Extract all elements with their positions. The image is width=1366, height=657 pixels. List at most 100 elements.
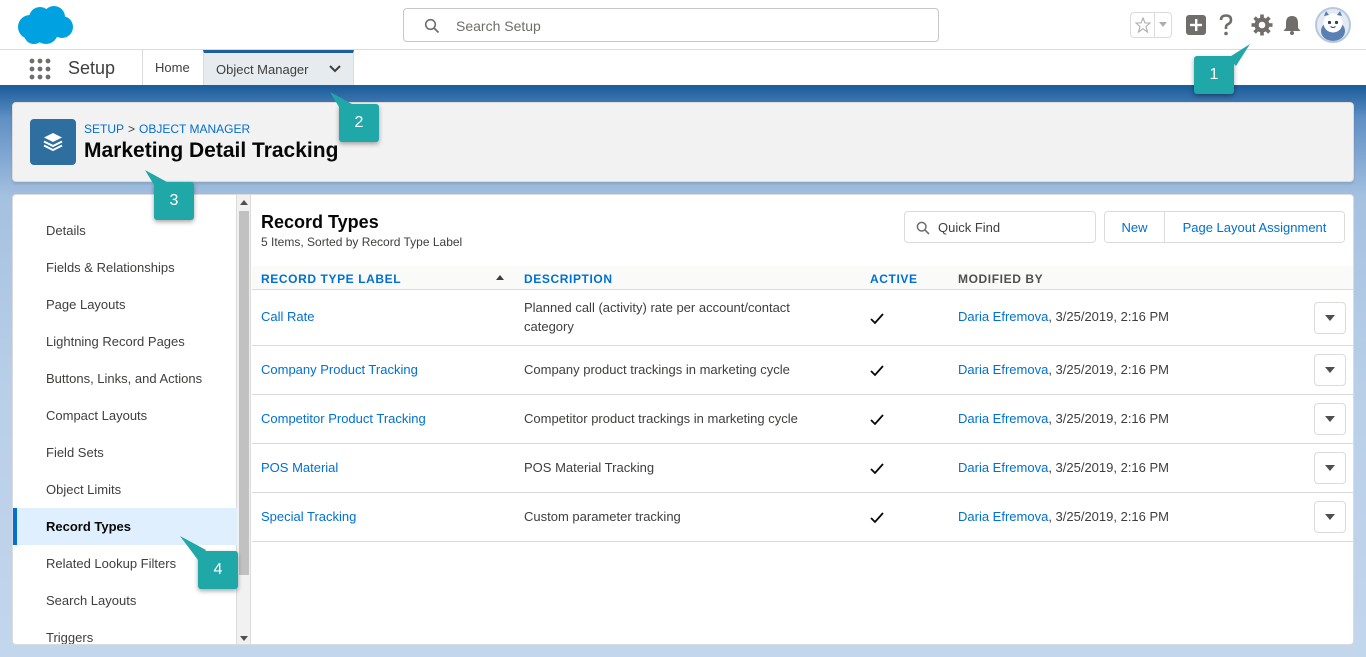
row-actions-button[interactable] (1314, 403, 1346, 435)
table-row: Call Rate Planned call (activity) rate p… (252, 291, 1353, 346)
salesforce-logo-icon[interactable] (16, 5, 74, 45)
breadcrumb: SETUP > OBJECT MANAGER (84, 122, 250, 136)
column-header-record-type-label[interactable]: RECORD TYPE LABEL (261, 272, 401, 286)
chevron-down-icon (1325, 367, 1335, 373)
modified-by-user-link[interactable]: Daria Efremova (958, 460, 1048, 475)
sidebar-item-label: Record Types (46, 519, 132, 534)
sidebar-item-page-layouts[interactable]: Page Layouts (13, 286, 237, 323)
sidebar-item-fields-relationships[interactable]: Fields & Relationships (13, 249, 237, 286)
record-types-panel: Record Types 5 Items, Sorted by Record T… (252, 195, 1353, 644)
column-header-modified-by: MODIFIED BY (958, 272, 1044, 286)
sidebar-item-field-sets[interactable]: Field Sets (13, 434, 237, 471)
sort-ascending-icon[interactable] (496, 275, 504, 280)
sidebar-item-label: Related Lookup Filters (46, 556, 177, 571)
modified-date: , 3/25/2019, 2:16 PM (1048, 509, 1170, 524)
favorites-group[interactable] (1130, 12, 1172, 38)
object-page-header: SETUP > OBJECT MANAGER Marketing Detail Tr… (12, 102, 1354, 182)
active-checkmark-icon (870, 365, 884, 377)
callout-4-pointer (180, 536, 206, 560)
notifications-bell-icon[interactable] (1282, 11, 1302, 39)
global-actions-plus-icon[interactable] (1185, 11, 1207, 39)
record-type-description: Company product trackings in marketing c… (524, 362, 790, 377)
modified-by: Daria Efremova, 3/25/2019, 2:16 PM (958, 458, 1169, 477)
sidebar-item-label: Details (46, 223, 86, 238)
tab-home-label: Home (155, 60, 190, 75)
favorites-star-icon[interactable] (1131, 13, 1155, 37)
sidebar-scrollbar[interactable] (237, 195, 251, 644)
tab-object-manager[interactable]: Object Manager (203, 50, 354, 85)
search-setup-input[interactable]: Search Setup (403, 8, 939, 42)
callout-3-pointer (145, 170, 167, 190)
scroll-down-arrow-icon[interactable] (240, 636, 248, 641)
column-header-description[interactable]: DESCRIPTION (524, 272, 613, 286)
active-checkmark-icon (870, 463, 884, 475)
sidebar-item-label: Lightning Record Pages (46, 334, 185, 349)
astro-avatar-icon (1321, 11, 1345, 41)
tab-home[interactable]: Home (142, 50, 203, 85)
chevron-down-icon (1325, 465, 1335, 471)
modified-by-user-link[interactable]: Daria Efremova (958, 362, 1048, 377)
sidebar-item-label: Fields & Relationships (46, 260, 175, 275)
modified-date: , 3/25/2019, 2:16 PM (1048, 309, 1170, 324)
modified-by-user-link[interactable]: Daria Efremova (958, 309, 1048, 324)
sidebar-item-object-limits[interactable]: Object Limits (13, 471, 237, 508)
page-title: Marketing Detail Tracking (84, 139, 339, 162)
section-subtitle: 5 Items, Sorted by Record Type Label (261, 235, 463, 249)
section-title: Record Types (261, 212, 379, 232)
breadcrumb-object-manager-link[interactable]: OBJECT MANAGER (139, 122, 250, 136)
column-header-active[interactable]: ACTIVE (870, 272, 918, 286)
chevron-down-icon (1325, 416, 1335, 422)
row-actions-button[interactable] (1314, 452, 1346, 484)
sidebar-item-label: Object Limits (46, 482, 122, 497)
setup-gear-icon[interactable] (1250, 11, 1274, 39)
row-actions-button[interactable] (1314, 302, 1346, 334)
row-actions-button[interactable] (1314, 354, 1346, 386)
record-type-link[interactable]: POS Material (261, 458, 338, 477)
callout-number: 3 (169, 192, 179, 209)
app-launcher-icon[interactable] (29, 58, 51, 80)
table-header: RECORD TYPE LABEL DESCRIPTION ACTIVE MOD… (252, 266, 1353, 290)
sidebar-item-label: Triggers (46, 630, 94, 645)
new-button[interactable]: New (1105, 212, 1165, 242)
help-question-icon[interactable] (1215, 11, 1237, 39)
scrollbar-thumb[interactable] (239, 211, 249, 575)
sidebar-item-label: Page Layouts (46, 297, 126, 312)
chevron-down-icon[interactable] (329, 65, 341, 73)
sidebar-item-label: Search Layouts (46, 593, 137, 608)
tab-object-manager-label: Object Manager (216, 61, 309, 77)
modified-by-user-link[interactable]: Daria Efremova (958, 411, 1048, 426)
callout-number: 1 (1209, 66, 1219, 83)
quick-find-input[interactable]: Quick Find (904, 211, 1096, 243)
table-row: POS Material POS Material Tracking Daria… (252, 444, 1353, 493)
record-type-link[interactable]: Special Tracking (261, 507, 356, 526)
breadcrumb-separator: > (128, 122, 136, 136)
callout-2-pointer (330, 92, 352, 112)
callout-number: 2 (354, 114, 364, 131)
search-icon (916, 221, 930, 235)
row-actions-button[interactable] (1314, 501, 1346, 533)
modified-date: , 3/25/2019, 2:16 PM (1048, 411, 1170, 426)
page-layout-assignment-button[interactable]: Page Layout Assignment (1165, 212, 1344, 242)
record-type-link[interactable]: Company Product Tracking (261, 360, 418, 379)
record-type-link[interactable]: Competitor Product Tracking (261, 409, 426, 428)
scroll-up-arrow-icon[interactable] (240, 200, 248, 205)
sidebar-item-compact-layouts[interactable]: Compact Layouts (13, 397, 237, 434)
sidebar-item-lightning-record-pages[interactable]: Lightning Record Pages (13, 323, 237, 360)
record-type-link[interactable]: Call Rate (261, 307, 314, 326)
breadcrumb-setup-link[interactable]: SETUP (84, 122, 124, 136)
sidebar-item-triggers[interactable]: Triggers (13, 619, 237, 645)
record-type-actions: New Page Layout Assignment (1104, 211, 1345, 243)
record-type-description: Custom parameter tracking (524, 509, 681, 524)
sidebar-item-label: Buttons, Links, and Actions (46, 371, 203, 386)
sidebar-item-buttons-links-actions[interactable]: Buttons, Links, and Actions (13, 360, 237, 397)
table-row: Company Product Tracking Company product… (252, 346, 1353, 395)
sidebar-item-label: Field Sets (46, 445, 104, 460)
modified-by-user-link[interactable]: Daria Efremova (958, 509, 1048, 524)
search-placeholder: Search Setup (456, 18, 541, 34)
record-type-description: POS Material Tracking (524, 460, 655, 475)
modified-date: , 3/25/2019, 2:16 PM (1048, 460, 1170, 475)
callout-1-pointer (1228, 44, 1250, 66)
user-avatar[interactable] (1315, 7, 1351, 43)
favorites-list-chevron-down-icon[interactable] (1155, 22, 1171, 28)
sidebar-item-details[interactable]: Details (13, 212, 237, 249)
